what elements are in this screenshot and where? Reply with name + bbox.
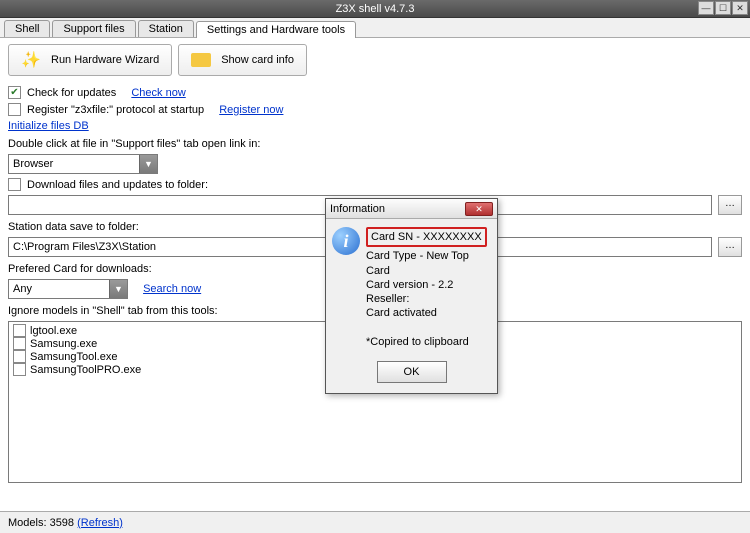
minimize-button[interactable]: — (698, 1, 714, 15)
maximize-button[interactable]: ☐ (715, 1, 731, 15)
ignore-models-label: Ignore models in "Shell" tab from this t… (8, 305, 218, 317)
check-now-link[interactable]: Check now (131, 87, 185, 99)
check-updates-checkbox[interactable]: ✔ (8, 86, 21, 99)
download-folder-checkbox[interactable] (8, 178, 21, 191)
chevron-down-icon: ▼ (109, 280, 127, 298)
run-hardware-wizard-button[interactable]: ✨ Run Hardware Wizard (8, 44, 172, 76)
dialog-close-button[interactable]: ✕ (465, 202, 493, 216)
list-item-label: Samsung.exe (30, 338, 97, 350)
cardinfo-label: Show card info (221, 54, 294, 66)
search-now-link[interactable]: Search now (143, 283, 201, 295)
info-icon: i (332, 227, 360, 255)
list-item-checkbox[interactable] (13, 337, 26, 350)
register-now-link[interactable]: Register now (219, 104, 283, 116)
tab-bar: Shell Support files Station Settings and… (0, 18, 750, 38)
wizard-label: Run Hardware Wizard (51, 54, 159, 66)
register-protocol-checkbox[interactable] (8, 103, 21, 116)
models-count: Models: 3598 (8, 517, 74, 529)
window-title: Z3X shell v4.7.3 (336, 3, 415, 15)
card-type-text: Card Type - New Top Card (366, 249, 487, 278)
tab-shell[interactable]: Shell (4, 20, 50, 37)
tab-settings[interactable]: Settings and Hardware tools (196, 21, 356, 38)
card-activated-text: Card activated (366, 306, 487, 320)
list-item-checkbox[interactable] (13, 350, 26, 363)
station-folder-label: Station data save to folder: (8, 221, 139, 233)
card-version-text: Card version - 2.2 (366, 278, 487, 292)
tab-station[interactable]: Station (138, 20, 194, 37)
open-link-in-value: Browser (13, 158, 53, 170)
open-link-in-select[interactable]: Browser ▼ (8, 154, 158, 174)
download-folder-label: Download files and updates to folder: (27, 179, 208, 191)
reseller-text: Reseller: (366, 292, 487, 306)
status-bar: Models: 3598 (Refresh) (0, 511, 750, 533)
download-folder-browse-button[interactable]: … (718, 195, 742, 215)
list-item-checkbox[interactable] (13, 324, 26, 337)
card-sn-highlight: Card SN - XXXXXXXX (366, 227, 487, 247)
copied-text: *Copired to clipboard (366, 335, 487, 349)
card-sn-text: Card SN - XXXXXXXX (371, 231, 482, 243)
check-updates-label: Check for updates (27, 87, 116, 99)
list-item-label: lgtool.exe (30, 325, 77, 337)
close-button[interactable]: ✕ (732, 1, 748, 15)
dialog-title: Information (330, 203, 385, 215)
preferred-card-label: Prefered Card for downloads: (8, 263, 152, 275)
wand-icon: ✨ (21, 50, 41, 70)
list-item-checkbox[interactable] (13, 363, 26, 376)
dialog-ok-button[interactable]: OK (377, 361, 447, 383)
list-item-label: SamsungTool.exe (30, 351, 117, 363)
show-card-info-button[interactable]: Show card info (178, 44, 307, 76)
initialize-files-db-link[interactable]: Initialize files DB (8, 120, 89, 132)
station-folder-browse-button[interactable]: … (718, 237, 742, 257)
information-dialog: Information ✕ i Card SN - XXXXXXXX Card … (325, 198, 498, 394)
card-icon (191, 53, 211, 67)
dblclick-label: Double click at file in "Support files" … (8, 138, 260, 150)
preferred-card-select[interactable]: Any ▼ (8, 279, 128, 299)
chevron-down-icon: ▼ (139, 155, 157, 173)
refresh-link[interactable]: (Refresh) (77, 517, 123, 529)
list-item-label: SamsungToolPRO.exe (30, 364, 141, 376)
preferred-card-value: Any (13, 283, 32, 295)
window-titlebar: Z3X shell v4.7.3 — ☐ ✕ (0, 0, 750, 18)
tab-support-files[interactable]: Support files (52, 20, 135, 37)
register-protocol-label: Register "z3xfile:" protocol at startup (27, 104, 204, 116)
